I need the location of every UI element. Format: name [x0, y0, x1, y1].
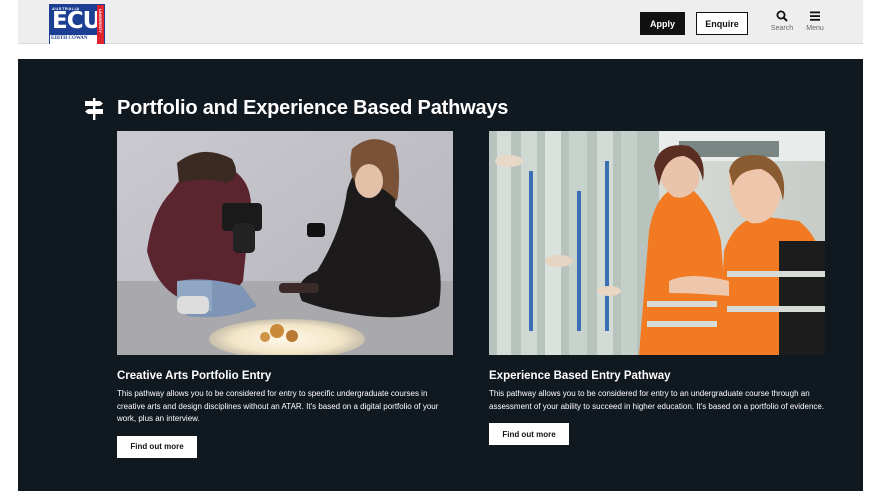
card-title: Experience Based Entry Pathway: [489, 370, 671, 382]
menu-label: Menu: [806, 25, 824, 32]
logo-main-text: ECU: [52, 8, 101, 34]
menu-button[interactable]: Menu: [800, 10, 830, 40]
apply-button[interactable]: Apply: [640, 12, 685, 35]
logo-side-text: UNIVERSITY: [98, 9, 103, 34]
page: AUSTRALIA ECU EDITH COWAN UNIVERSITY App…: [0, 0, 881, 491]
students-lab-photo: [489, 131, 825, 355]
enquire-button[interactable]: Enquire: [696, 12, 748, 35]
section-heading: Portfolio and Experience Based Pathways: [84, 97, 508, 120]
find-out-more-button[interactable]: Find out more: [489, 423, 569, 445]
search-icon: [776, 10, 788, 22]
photographers-photo: [117, 131, 453, 355]
logo-bottom-text: EDITH COWAN: [51, 36, 88, 41]
search-label: Search: [770, 25, 794, 32]
find-out-more-button[interactable]: Find out more: [117, 435, 197, 458]
card-description: This pathway allows you to be considered…: [489, 389, 825, 411]
signpost-icon: [85, 97, 103, 120]
logo-side-stripe: UNIVERSITY: [97, 5, 104, 44]
card-title: Creative Arts Portfolio Entry: [117, 370, 272, 382]
section-title: Portfolio and Experience Based Pathways: [117, 97, 509, 119]
search-button[interactable]: Search: [767, 10, 797, 40]
hamburger-menu-icon: [810, 11, 820, 21]
pathways-section: Portfolio and Experience Based Pathways: [18, 59, 863, 491]
site-header: AUSTRALIA ECU EDITH COWAN UNIVERSITY App…: [18, 0, 863, 44]
card-experience-based: Experience Based Entry Pathway This path…: [489, 131, 825, 445]
ecu-logo[interactable]: AUSTRALIA ECU EDITH COWAN UNIVERSITY: [49, 4, 105, 44]
card-description: This pathway allows you to be considered…: [117, 389, 439, 423]
card-creative-arts: Creative Arts Portfolio Entry This pathw…: [117, 131, 453, 458]
